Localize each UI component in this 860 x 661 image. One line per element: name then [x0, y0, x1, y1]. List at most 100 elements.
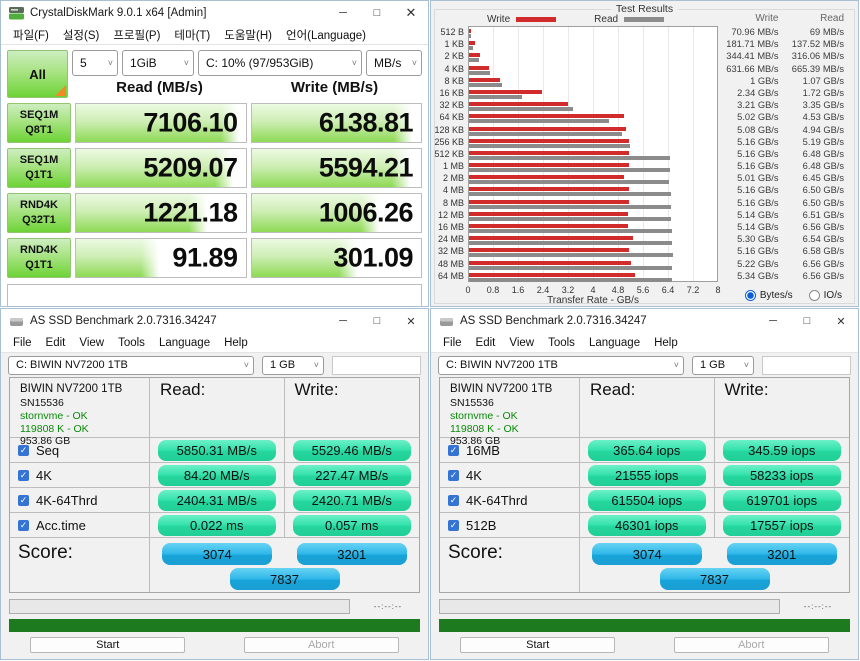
x-tick-label: 4 — [590, 285, 595, 295]
maximize-button[interactable]: □ — [790, 309, 824, 333]
read-bar — [469, 156, 670, 160]
menu-item-view[interactable]: View — [503, 335, 540, 351]
all-test-button[interactable]: All — [7, 50, 68, 98]
checkbox-checked-icon[interactable]: ✓ — [18, 445, 29, 456]
checkbox-checked-icon[interactable]: ✓ — [18, 520, 29, 531]
menu-item-edit[interactable]: Edit — [470, 335, 502, 351]
checkbox-checked-icon[interactable]: ✓ — [18, 470, 29, 481]
bar-row — [469, 198, 717, 210]
cdm-body: All 5˅ 1GiB˅ C: 10% (97/953GiB)˅ MB/s˅ R… — [1, 45, 428, 306]
abort-button[interactable]: Abort — [674, 637, 829, 653]
unit-select[interactable]: MB/s˅ — [366, 50, 422, 76]
write-value: 2.34 GB/s — [723, 87, 779, 99]
read-values-header: Read — [789, 13, 845, 24]
write-result-pill: 5529.46 MB/s — [293, 440, 411, 461]
target-drive-select[interactable]: C: 10% (97/953GiB)˅ — [198, 50, 362, 76]
checkbox-checked-icon[interactable]: ✓ — [448, 445, 459, 456]
score-cell: 307432017837 — [150, 538, 419, 592]
test-size-select[interactable]: 1 GB˅ — [692, 356, 754, 375]
minimize-button[interactable]: ─ — [326, 1, 360, 25]
checkbox-checked-icon[interactable]: ✓ — [448, 470, 459, 481]
bar-row — [469, 185, 717, 197]
minimize-button[interactable]: ─ — [326, 309, 360, 333]
test-size-select[interactable]: 1 GB˅ — [262, 356, 324, 375]
menu-item[interactable]: 테마(T) — [168, 25, 216, 45]
read-bar — [469, 34, 471, 38]
close-button[interactable]: ✕ — [824, 309, 858, 333]
read-value: 4.53 GB/s — [789, 111, 845, 123]
menu-item-edit[interactable]: Edit — [40, 335, 72, 351]
menu-item-file[interactable]: File — [7, 335, 38, 351]
x-tick-label: 2.4 — [537, 285, 550, 295]
abort-button[interactable]: Abort — [244, 637, 399, 653]
radio-bytess[interactable]: Bytes/s — [745, 290, 793, 301]
menu-item-file[interactable]: File — [437, 335, 468, 351]
value-row: 5.01 GB/s6.45 GB/s — [723, 172, 844, 184]
menu-item[interactable]: 프로필(P) — [107, 25, 166, 45]
start-button[interactable]: Start — [460, 637, 615, 653]
close-button[interactable]: ✕ — [394, 309, 428, 333]
close-button[interactable]: ✕ — [394, 1, 428, 25]
menu-item[interactable]: 파일(F) — [7, 25, 55, 45]
value-table: 70.96 MB/s69 MB/s181.71 MB/s137.52 MB/s3… — [723, 26, 844, 282]
menu-item-tools[interactable]: Tools — [542, 335, 581, 351]
drive-info-panel: BIWIN NV7200 1TBSN15536stornvme - OK1198… — [10, 378, 150, 438]
test-count-select[interactable]: 5˅ — [72, 50, 118, 76]
menu-item-language[interactable]: Language — [583, 335, 646, 351]
drive-select[interactable]: C: BIWIN NV7200 1TB˅ — [8, 356, 254, 375]
category-label: 512 KB — [431, 148, 464, 160]
x-axis-label: Transfer Rate - GB/s — [547, 295, 639, 306]
total-score-pill: 7837 — [230, 568, 340, 590]
score-label: Score: — [440, 538, 580, 592]
maximize-button[interactable]: □ — [360, 309, 394, 333]
x-tick-label: 0.8 — [487, 285, 500, 295]
maximize-button[interactable]: □ — [360, 1, 394, 25]
bar-row — [469, 39, 717, 51]
menu-item-tools[interactable]: Tools — [112, 335, 151, 351]
write-bar — [469, 248, 629, 252]
read-value: 665.39 MB/s — [789, 63, 845, 75]
write-value: 3.21 GB/s — [723, 99, 779, 111]
read-value: 6.56 GB/s — [789, 221, 845, 233]
bar-row — [469, 210, 717, 222]
checkbox-checked-icon[interactable]: ✓ — [18, 495, 29, 506]
menu-item-help[interactable]: Help — [218, 335, 254, 351]
x-tick-label: 0 — [465, 285, 470, 295]
radio-ios[interactable]: IO/s — [809, 290, 842, 301]
toolbar-box — [332, 356, 421, 375]
value-row: 1 GB/s1.07 GB/s — [723, 75, 844, 87]
drive-select[interactable]: C: BIWIN NV7200 1TB˅ — [438, 356, 684, 375]
drive-name: BIWIN NV7200 1TB — [450, 382, 552, 396]
write-column-header: Write: — [285, 378, 420, 438]
category-label: 64 MB — [431, 270, 464, 282]
bar-row — [469, 222, 717, 234]
test-type-button[interactable]: SEQ1MQ8T1 — [7, 103, 71, 143]
write-value: 1 GB/s — [723, 75, 779, 87]
checkbox-checked-icon[interactable]: ✓ — [448, 520, 459, 531]
test-type-button[interactable]: RND4KQ32T1 — [7, 193, 71, 233]
read-result-pill: 84.20 MB/s — [158, 465, 276, 486]
benchmark-row: SEQ1MQ1T15209.075594.21 — [7, 148, 422, 188]
test-size-select[interactable]: 1GiB˅ — [122, 50, 194, 76]
start-button[interactable]: Start — [30, 637, 185, 653]
read-result-pill: 46301 iops — [588, 515, 706, 536]
test-type-button[interactable]: RND4KQ1T1 — [7, 238, 71, 278]
menu-item[interactable]: 도움말(H) — [218, 25, 278, 45]
write-result-pill: 2420.71 MB/s — [293, 490, 411, 511]
menu-item-help[interactable]: Help — [648, 335, 684, 351]
bar-row — [469, 88, 717, 100]
menu-item[interactable]: 언어(Language) — [280, 25, 372, 45]
menu-item[interactable]: 설정(S) — [57, 25, 106, 45]
checkbox-checked-icon[interactable]: ✓ — [448, 495, 459, 506]
asssd-toolbar: C: BIWIN NV7200 1TB˅ 1 GB˅ — [431, 353, 858, 375]
test-type-button[interactable]: SEQ1MQ1T1 — [7, 148, 71, 188]
menu-item-language[interactable]: Language — [153, 335, 216, 351]
minimize-button[interactable]: ─ — [756, 309, 790, 333]
write-result-cell: 5594.21 — [251, 148, 423, 188]
category-label: 1 KB — [431, 38, 464, 50]
write-value: 5.02 GB/s — [723, 111, 779, 123]
asssd-titlebar: AS SSD Benchmark 2.0.7316.34247─□✕ — [1, 309, 428, 333]
write-value: 5.14 GB/s — [723, 221, 779, 233]
menu-item-view[interactable]: View — [73, 335, 110, 351]
window-title: AS SSD Benchmark 2.0.7316.34247 — [460, 315, 756, 327]
